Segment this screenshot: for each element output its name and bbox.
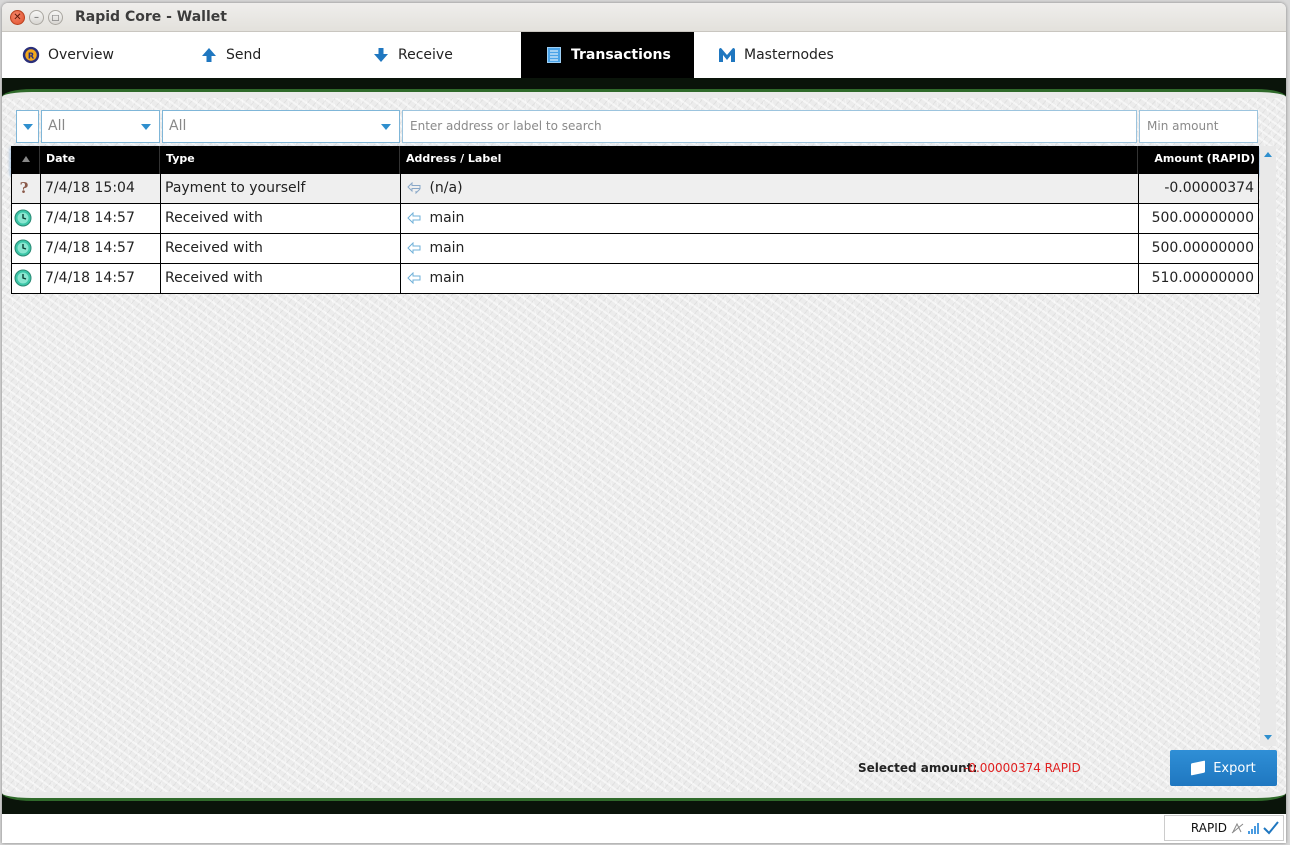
table-row[interactable]: 7/4/18 14:57 Received with main 510.0000… [11, 264, 1259, 294]
row-date: 7/4/18 14:57 [41, 264, 161, 293]
tab-masternodes-label: Masternodes [744, 47, 834, 63]
row-address-label: main [429, 270, 465, 286]
row-address: main [401, 204, 1139, 233]
row-date: 7/4/18 15:04 [41, 174, 161, 203]
type-filter-value: All [169, 118, 187, 134]
receive-arrow-icon [407, 271, 421, 285]
scroll-down-button[interactable] [1260, 730, 1276, 744]
export-button-label: Export [1213, 760, 1256, 776]
row-date: 7/4/18 14:57 [41, 234, 161, 263]
tab-overview[interactable]: R Overview [2, 32, 172, 78]
status-bar: RAPID [2, 814, 1286, 843]
row-type: Payment to yourself [161, 174, 401, 203]
wallet-window: ✕ – □ Rapid Core - Wallet R Overview Sen… [2, 3, 1286, 843]
close-window-button[interactable]: ✕ [10, 10, 25, 25]
synced-check-icon [1263, 821, 1279, 835]
row-address-label: (n/a) [429, 180, 463, 196]
amount-column-header[interactable]: Amount (RAPID) [1138, 146, 1259, 174]
tab-transactions[interactable]: Transactions [521, 32, 694, 78]
tab-send[interactable]: Send [180, 32, 350, 78]
bottom-decorative-band [2, 792, 1286, 814]
payment-to-self-icon [407, 181, 421, 195]
export-icon [1191, 760, 1206, 776]
svg-text:R: R [28, 50, 35, 60]
clock-icon [12, 234, 41, 263]
table-row[interactable]: 7/4/18 14:57 Received with main 500.0000… [11, 204, 1259, 234]
receive-arrow-icon [407, 211, 421, 225]
window-title: Rapid Core - Wallet [75, 9, 227, 25]
address-search-input[interactable]: Enter address or label to search [402, 110, 1137, 143]
sort-ascending-icon [22, 156, 30, 162]
receive-arrow-icon [407, 241, 421, 255]
tab-masternodes[interactable]: Masternodes [698, 32, 868, 78]
watch-only-filter[interactable] [16, 110, 39, 143]
row-type: Received with [161, 264, 401, 293]
row-type: Received with [161, 234, 401, 263]
rapid-logo-icon: R [22, 46, 40, 64]
table-row[interactable]: 7/4/18 14:57 Received with main 500.0000… [11, 234, 1259, 264]
address-column-header[interactable]: Address / Label [400, 146, 1138, 174]
arrow-up-icon [200, 46, 218, 64]
masternode-icon [718, 46, 736, 64]
connection-bars-icon [1248, 823, 1259, 834]
row-address: main [401, 234, 1139, 263]
minimize-window-button[interactable]: – [29, 10, 44, 25]
row-amount: 500.00000000 [1151, 240, 1254, 256]
row-address: (n/a) [401, 174, 1139, 203]
row-address-label: main [429, 240, 465, 256]
tab-receive[interactable]: Receive [352, 32, 522, 78]
status-indicators: RAPID [1164, 815, 1284, 841]
top-decorative-band [2, 78, 1286, 98]
table-row[interactable]: ? 7/4/18 15:04 Payment to yourself (n/a)… [11, 174, 1259, 204]
title-bar: ✕ – □ Rapid Core - Wallet [2, 3, 1286, 32]
selected-amount-label: Selected amount: [858, 761, 978, 775]
type-column-header[interactable]: Type [160, 146, 400, 174]
scroll-up-button[interactable] [1260, 148, 1276, 162]
maximize-window-button[interactable]: □ [48, 10, 63, 25]
row-amount: 500.00000000 [1151, 210, 1254, 226]
arrow-down-icon [372, 46, 390, 64]
selected-amount-value: -0.00000374 RAPID [964, 761, 1081, 775]
transactions-table: Date Type Address / Label Amount (RAPID)… [11, 146, 1259, 294]
tab-send-label: Send [226, 47, 262, 63]
status-column-header[interactable] [11, 146, 40, 174]
row-address: main [401, 264, 1139, 293]
date-column-header[interactable]: Date [40, 146, 160, 174]
clock-icon [12, 204, 41, 233]
date-filter-value: All [48, 118, 66, 134]
row-amount: -0.00000374 [1164, 180, 1254, 196]
unit-display[interactable]: RAPID [1191, 821, 1227, 835]
row-amount: 510.00000000 [1151, 270, 1254, 286]
row-address-label: main [429, 210, 465, 226]
encryption-status-icon [1231, 822, 1244, 834]
tab-receive-label: Receive [398, 47, 453, 63]
transactions-list-icon [545, 46, 563, 64]
tab-overview-label: Overview [48, 47, 114, 63]
export-button[interactable]: Export [1170, 750, 1277, 786]
row-type: Received with [161, 204, 401, 233]
main-toolbar: R Overview Send Receive Transactions Mas… [2, 32, 1286, 78]
chevron-down-icon [23, 124, 33, 130]
svg-text:?: ? [20, 179, 29, 197]
clock-icon [12, 264, 41, 293]
filter-bar: All All Enter address or label to search… [2, 110, 1286, 143]
chevron-down-icon [381, 124, 391, 130]
type-filter-select[interactable]: All [162, 110, 400, 143]
min-amount-input[interactable]: Min amount [1139, 110, 1258, 143]
date-filter-select[interactable]: All [41, 110, 160, 143]
tab-transactions-label: Transactions [571, 47, 671, 63]
row-date: 7/4/18 14:57 [41, 204, 161, 233]
question-icon: ? [12, 174, 41, 203]
table-scrollbar[interactable] [1260, 146, 1276, 746]
chevron-down-icon [141, 124, 151, 130]
table-header: Date Type Address / Label Amount (RAPID) [11, 146, 1259, 174]
transactions-page: All All Enter address or label to search… [2, 78, 1286, 814]
